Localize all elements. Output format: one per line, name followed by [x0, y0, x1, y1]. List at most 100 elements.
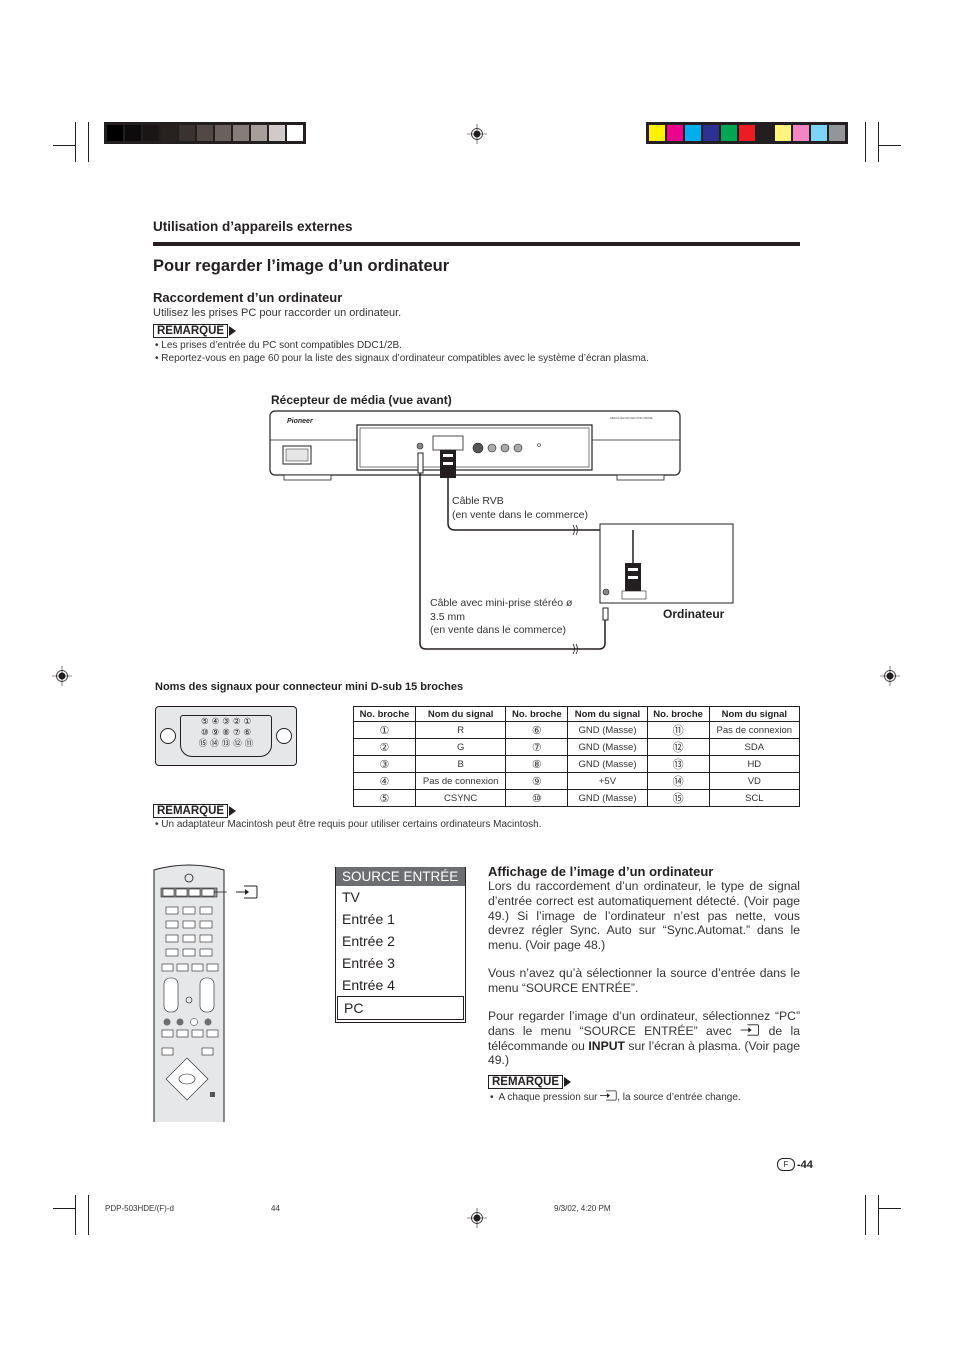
color-swatch	[161, 125, 177, 141]
pin-label: ⑦	[232, 727, 241, 737]
connection-intro: Utilisez les prises PC pour raccorder un…	[153, 307, 402, 319]
receiver-label: Récepteur de média (vue avant)	[271, 393, 452, 407]
cmyk-color-bar	[646, 122, 848, 144]
signal-name-cell: GND (Masse)	[567, 738, 648, 756]
signal-name-cell: SDA	[708, 738, 801, 756]
crop-mark	[88, 1195, 89, 1235]
signal-name-cell: B	[414, 755, 507, 773]
crop-mark	[878, 145, 901, 146]
note-text-a: A chaque pression sur	[498, 1092, 598, 1103]
arrow-right-icon	[229, 806, 237, 816]
remarque-badge: REMARQUE	[153, 324, 237, 338]
display-paragraph-2: Vous n’avez qu’à sélectionner la source …	[488, 966, 800, 995]
color-swatch	[649, 125, 665, 141]
color-swatch	[197, 125, 213, 141]
signal-name-cell: CSYNC	[414, 789, 507, 807]
table-body: ① R ⑥ GND (Masse) ⑪ Pas de connexion ② G ⑦ GND (M…	[353, 721, 801, 807]
connection-heading: Raccordement d’un ordinateur	[153, 290, 343, 305]
pin-number-cell: ①	[353, 721, 416, 739]
remarque-badge: REMARQUE	[488, 1075, 572, 1089]
note-text: Les prises d’entrée du PC sont compatibl…	[161, 340, 402, 351]
menu-header: SOURCE ENTRÉE	[336, 867, 465, 886]
rgb-cable-label: Câble RVB (en vente dans le commerce)	[452, 495, 588, 522]
note-item: • A chaque pression sur , la source d’en…	[490, 1090, 741, 1103]
input-select-icon	[236, 885, 258, 899]
display-paragraph-1: Lors du raccordement d’un ordinateur, le…	[488, 879, 800, 953]
menu-item-entr-e-1[interactable]: Entrée 1	[336, 908, 465, 930]
menu-item-entr-e-2[interactable]: Entrée 2	[336, 930, 465, 952]
color-swatch	[811, 125, 827, 141]
signal-name-cell: GND (Masse)	[567, 721, 648, 739]
menu-item-entr-e-4[interactable]: Entrée 4	[336, 974, 465, 996]
note-item: • Un adaptateur Macintosh peut être requ…	[155, 819, 542, 830]
source-menu: SOURCE ENTRÉE TV Entrée 1 Entrée 2 Entrée 3…	[335, 867, 466, 1023]
remote-control	[153, 864, 227, 1122]
pin-number-cell: ⑮	[646, 789, 710, 807]
signal-name-cell: GND (Masse)	[567, 755, 648, 773]
note-text-b: , la source d’entrée change.	[617, 1092, 741, 1103]
pin-number-cell: ⑦	[505, 738, 569, 756]
pin-number-cell: ⑨	[505, 772, 569, 790]
color-swatch	[667, 125, 683, 141]
menu-items: TV Entrée 1 Entrée 2 Entrée 3 Entrée 4 PC	[336, 886, 465, 1020]
crop-mark	[865, 122, 866, 162]
registration-mark-icon	[467, 124, 487, 144]
model-text: MEDIA RECEIVER PDP-R503E	[610, 416, 653, 420]
brand-logo: Pioneer	[287, 418, 314, 425]
pin-number-cell: ⑬	[646, 755, 710, 773]
section-divider	[153, 242, 800, 246]
rgb-cable-name: Câble RVB	[452, 495, 504, 507]
pinout-table: No. broche Nom du signal No. broche Nom du …	[353, 706, 801, 807]
pin-number-cell: ⑥	[505, 721, 569, 739]
audio-cable-name: Câble avec mini-prise stéréo ø	[430, 597, 573, 609]
pin-label: ②	[232, 716, 241, 726]
pin-number-cell: ⑩	[505, 789, 569, 807]
pin-number-cell: ⑤	[353, 789, 416, 807]
pin-rows: ⑤④③②①⑩⑨⑧⑦⑥⑮⑭⑬⑫⑪	[181, 716, 271, 749]
pin-row: ⑤④③②①	[181, 716, 271, 727]
pin-row: ⑩⑨⑧⑦⑥	[181, 727, 271, 738]
pin-label: ⑮	[198, 738, 208, 748]
crop-mark	[88, 122, 89, 162]
page-title: Pour regarder l’image d’un ordinateur	[153, 257, 450, 275]
signal-name-cell: GND (Masse)	[567, 789, 648, 807]
remarque-label: REMARQUE	[153, 804, 229, 818]
column-header: No. broche	[353, 706, 416, 722]
registration-mark-icon	[52, 666, 72, 686]
computer-label: Ordinateur	[663, 607, 725, 621]
color-swatch	[685, 125, 701, 141]
menu-item-pc[interactable]: PC	[337, 996, 464, 1020]
pin-number-cell: ④	[353, 772, 416, 790]
color-swatch	[721, 125, 737, 141]
mount-hole	[276, 728, 292, 744]
signal-name-cell: SCL	[708, 789, 801, 807]
note-text: Reportez-vous en page 60 pour la liste d…	[161, 353, 649, 364]
audio-cable-label: Câble avec mini-prise stéréo ø 3.5 mm (e…	[430, 597, 572, 638]
pin-label: ①	[243, 716, 252, 726]
color-swatch	[179, 125, 195, 141]
menu-item-tv[interactable]: TV	[336, 886, 465, 908]
language-badge: F	[777, 1158, 795, 1171]
crop-mark	[53, 145, 76, 146]
remarque-label: REMARQUE	[153, 324, 229, 338]
color-swatch	[233, 125, 249, 141]
color-swatch	[287, 125, 303, 141]
color-swatch	[125, 125, 141, 141]
pin-label: ⑩	[200, 727, 209, 737]
mount-hole	[160, 728, 176, 744]
footer-date: 9/3/02, 4:20 PM	[554, 1204, 611, 1213]
pin-number-cell: ②	[353, 738, 416, 756]
note-text: Un adaptateur Macintosh peut être requis…	[161, 819, 542, 830]
column-header: No. broche	[646, 706, 710, 722]
grayscale-color-bar	[104, 122, 306, 144]
color-swatch	[215, 125, 231, 141]
menu-item-entr-e-3[interactable]: Entrée 3	[336, 952, 465, 974]
table-row: ③ B ⑧ GND (Masse) ⑬ HD	[353, 755, 801, 773]
arrow-right-icon	[564, 1077, 572, 1087]
footer-page: 44	[271, 1204, 280, 1213]
arrow-right-icon	[229, 326, 237, 336]
page-number: F -44	[777, 1158, 813, 1171]
pin-label: ⑤	[200, 716, 209, 726]
signal-name-cell: HD	[708, 755, 801, 773]
display-heading: Affichage de l’image d’un ordinateur	[488, 864, 714, 879]
